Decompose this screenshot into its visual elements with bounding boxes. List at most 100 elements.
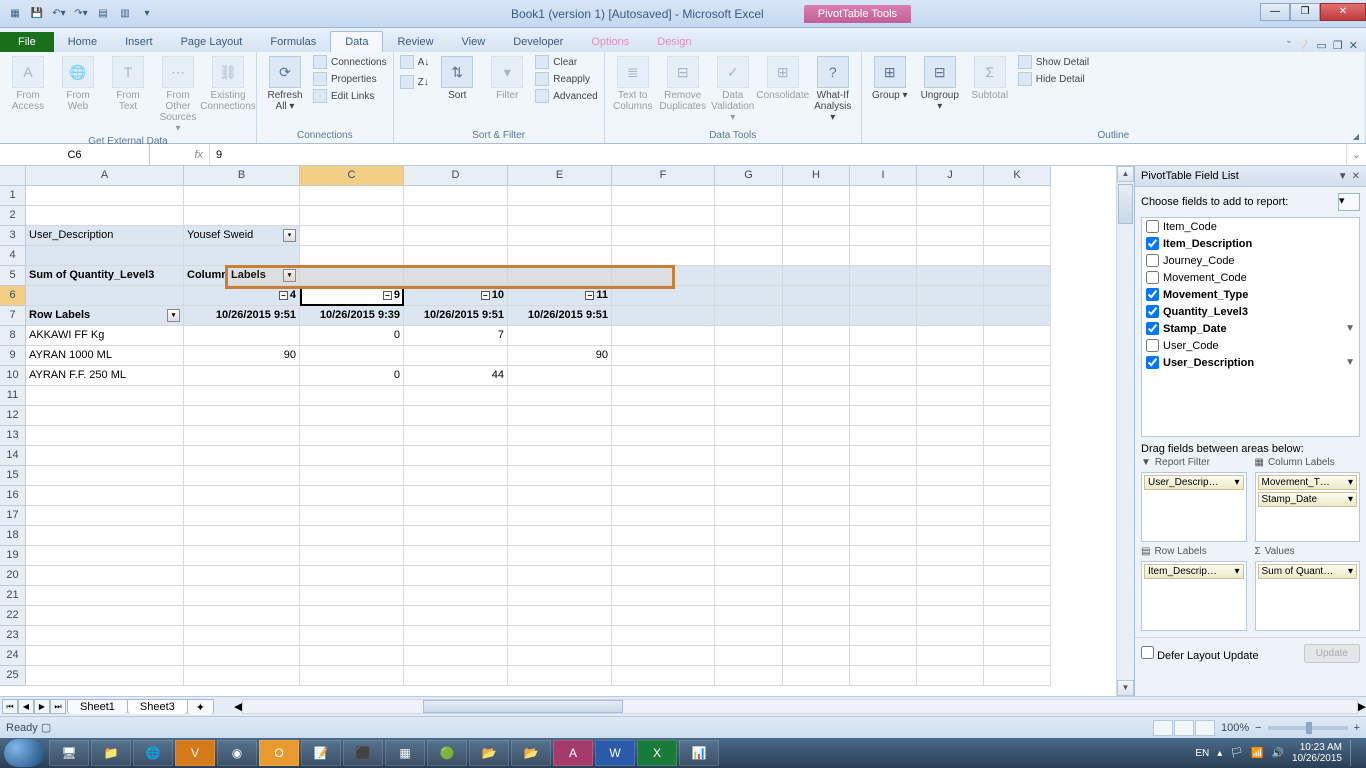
redo-icon[interactable]: ↷▾ [72,5,90,23]
cell[interactable]: Row Labels▾ [26,306,184,326]
layout-button[interactable]: ▾ [1338,193,1360,211]
zoom-level[interactable]: 100% [1221,722,1249,734]
cell[interactable] [184,666,300,686]
first-sheet-icon[interactable]: ⏮ [2,699,18,714]
win-min-icon[interactable]: ▭ [1317,39,1327,52]
cell[interactable] [783,386,850,406]
cell[interactable] [783,206,850,226]
cell[interactable] [850,566,917,586]
scroll-up-icon[interactable]: ▲ [1117,166,1134,182]
cell[interactable] [26,206,184,226]
taskbar-app[interactable]: 📁 [91,740,131,766]
cell[interactable] [715,426,783,446]
cell[interactable] [404,606,508,626]
cell[interactable] [508,366,612,386]
pivot-field[interactable]: Stamp_Date▼ [1142,320,1359,337]
cell[interactable] [850,366,917,386]
cell[interactable] [783,426,850,446]
cell[interactable] [917,666,984,686]
cell[interactable] [715,566,783,586]
cell[interactable]: Sum of Quantity_Level3 [26,266,184,286]
area-columns-box[interactable]: Movement_T…▾Stamp_Date▾ [1255,472,1361,542]
cell[interactable]: 0 [300,326,404,346]
cell[interactable] [917,226,984,246]
cell[interactable] [508,326,612,346]
cell[interactable] [404,226,508,246]
cell[interactable]: −10 [404,286,508,306]
cell[interactable] [184,646,300,666]
cell[interactable] [783,626,850,646]
tray-up-icon[interactable]: ▴ [1217,748,1222,759]
properties-button[interactable]: Properties [313,71,387,87]
cell[interactable] [917,546,984,566]
row-header[interactable]: 17 [0,506,26,526]
start-button[interactable] [4,739,44,767]
save-icon[interactable]: 💾 [28,5,46,23]
qat-icon[interactable]: ▥ [116,5,134,23]
collapse-icon[interactable]: − [279,291,288,300]
taskbar-app[interactable]: X [637,740,677,766]
cell[interactable] [26,446,184,466]
cell[interactable] [984,366,1051,386]
cell[interactable] [850,326,917,346]
cell[interactable] [715,446,783,466]
taskbar-app[interactable]: 📝 [301,740,341,766]
cell[interactable] [850,466,917,486]
pivot-field[interactable]: Item_Description [1142,235,1359,252]
cell[interactable]: 10/26/2015 9:51 [184,306,300,326]
cell[interactable] [715,646,783,666]
cell[interactable] [783,606,850,626]
cell[interactable]: AKKAWI FF Kg [26,326,184,346]
row-header[interactable]: 19 [0,546,26,566]
cell[interactable] [184,466,300,486]
cell[interactable] [783,306,850,326]
cell[interactable] [917,506,984,526]
cell[interactable] [184,486,300,506]
pivot-field[interactable]: Movement_Type [1142,286,1359,303]
cell[interactable] [508,206,612,226]
cell[interactable] [26,426,184,446]
column-header[interactable]: A [26,166,184,186]
cell[interactable] [984,506,1051,526]
field-filter-icon[interactable]: ▼ [1345,357,1355,368]
cell[interactable]: 10/26/2015 9:51 [508,306,612,326]
tab-design[interactable]: Design [643,32,705,52]
cell[interactable] [404,646,508,666]
cell[interactable] [508,626,612,646]
cell[interactable] [715,526,783,546]
cell[interactable] [508,566,612,586]
cell[interactable] [984,386,1051,406]
cell[interactable]: AYRAN 1000 ML [26,346,184,366]
cell[interactable] [917,606,984,626]
row-header[interactable]: 14 [0,446,26,466]
cell[interactable] [984,586,1051,606]
sheet-tab[interactable]: Sheet3 [127,699,188,714]
cell[interactable] [850,626,917,646]
filter-button[interactable]: ▾Filter [485,54,529,101]
sort-desc-button[interactable]: Z↓ [400,74,430,90]
ungroup-button[interactable]: ⊟Ungroup ▾ [918,54,962,112]
cell[interactable] [715,506,783,526]
cell[interactable] [26,406,184,426]
cell[interactable] [404,246,508,266]
vertical-scrollbar[interactable]: ▲ ▼ [1116,166,1134,696]
cell[interactable] [300,566,404,586]
cell[interactable] [917,246,984,266]
edit-links-button[interactable]: Edit Links [313,88,387,104]
cell[interactable] [984,606,1051,626]
cell[interactable] [850,206,917,226]
cell[interactable] [715,266,783,286]
cell[interactable] [300,386,404,406]
from-web-button[interactable]: 🌐From Web [56,54,100,112]
cell[interactable]: AYRAN F.F. 250 ML [26,366,184,386]
cell[interactable] [715,466,783,486]
column-header[interactable]: I [850,166,917,186]
new-sheet-button[interactable]: ✦ [187,699,214,715]
from-text-button[interactable]: TFrom Text [106,54,150,112]
area-chip[interactable]: Item_Descrip…▾ [1144,564,1244,579]
lang-indicator[interactable]: EN [1195,748,1209,759]
cell[interactable] [612,426,715,446]
cell[interactable]: −9 [300,286,404,306]
sheet-tab[interactable]: Sheet1 [67,699,128,714]
cell[interactable] [850,586,917,606]
